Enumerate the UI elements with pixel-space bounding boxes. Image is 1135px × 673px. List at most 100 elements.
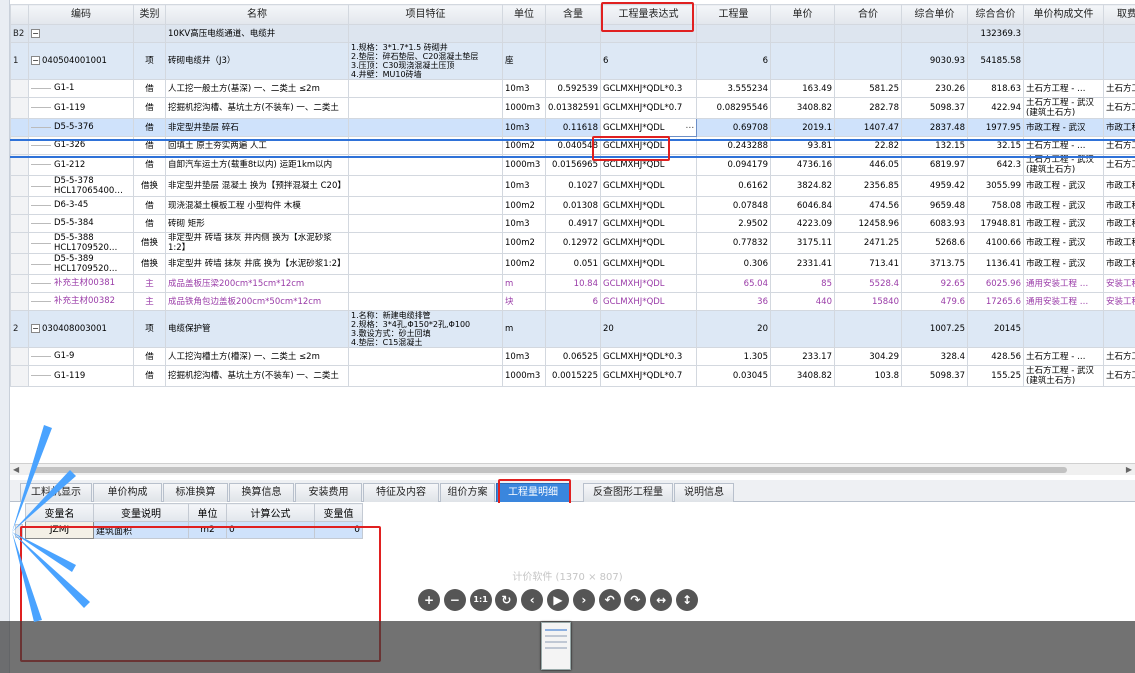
cell-cprice[interactable]: 9659.48: [901, 196, 968, 215]
cell-name[interactable]: 挖掘机挖沟槽、基坑土方(不装车) 一、二类土: [165, 365, 349, 387]
cell-fee[interactable]: 市政工程: [1103, 253, 1135, 275]
row-index[interactable]: [10, 274, 29, 293]
cell-price[interactable]: 2019.1: [770, 118, 835, 137]
cell-price[interactable]: 3824.82: [770, 175, 835, 197]
cell-content[interactable]: 6: [545, 292, 601, 311]
cell-content[interactable]: 0.592539: [545, 79, 601, 98]
zoom-in-icon[interactable]: +: [418, 589, 440, 611]
cell-fee[interactable]: 市政工程: [1103, 196, 1135, 215]
tab-9[interactable]: 说明信息: [674, 483, 734, 502]
cell-price[interactable]: 85: [770, 274, 835, 293]
variable-row[interactable]: JZMJ 建筑面积 m2 0 0: [25, 521, 363, 539]
row-index[interactable]: [10, 196, 29, 215]
row-index[interactable]: [10, 118, 29, 137]
cell-csum[interactable]: 428.56: [967, 347, 1024, 366]
col-header-13[interactable]: 单价构成文件: [1023, 4, 1104, 25]
cell-type[interactable]: 借: [133, 347, 166, 366]
cell-unit[interactable]: 块: [502, 292, 546, 311]
cell-sum[interactable]: [834, 310, 902, 348]
cell-name[interactable]: 人工挖沟槽土方(槽深) 一、二类土 ≤2m: [165, 347, 349, 366]
cell-sum[interactable]: 474.56: [834, 196, 902, 215]
flip-vertical-icon[interactable]: ↕: [676, 589, 698, 611]
scroll-right-icon[interactable]: ▶: [1126, 465, 1132, 474]
tab-2[interactable]: 标准换算: [163, 483, 228, 502]
cell-name[interactable]: 挖掘机挖沟槽、基坑土方(不装车) 一、二类土: [165, 97, 349, 119]
cell-type[interactable]: 借: [133, 79, 166, 98]
cell-unit[interactable]: 100m2: [502, 232, 546, 254]
col-header-14[interactable]: 取费: [1103, 4, 1135, 25]
col-header-5[interactable]: 单位: [502, 4, 546, 25]
cell-price[interactable]: [770, 42, 835, 80]
cell-qty[interactable]: 0.69708: [696, 118, 771, 137]
cell-code[interactable]: −040504001001: [28, 42, 134, 80]
cell-qty[interactable]: 36: [696, 292, 771, 311]
cell-cprice[interactable]: 6083.93: [901, 214, 968, 233]
cell-cprice[interactable]: 479.6: [901, 292, 968, 311]
cell-file[interactable]: 市政工程 - 武汉: [1023, 253, 1104, 275]
cell-unit[interactable]: 100m2: [502, 196, 546, 215]
tab-6[interactable]: 组价方案: [440, 483, 495, 502]
cell-csum[interactable]: 422.94: [967, 97, 1024, 119]
cell-cprice[interactable]: 5098.37: [901, 365, 968, 387]
cell-feature[interactable]: [348, 253, 503, 275]
cell-sum[interactable]: 282.78: [834, 97, 902, 119]
cell-csum[interactable]: 758.08: [967, 196, 1024, 215]
cell-feature[interactable]: [348, 292, 503, 311]
cell-code[interactable]: G1-9: [28, 347, 134, 366]
cell-price[interactable]: [770, 310, 835, 348]
cell-unit[interactable]: 10m3: [502, 79, 546, 98]
cell-qty[interactable]: 0.07848: [696, 196, 771, 215]
col-header-3[interactable]: 名称: [165, 4, 349, 25]
col-header-12[interactable]: 综合合价: [967, 4, 1024, 25]
cell-file[interactable]: 市政工程 - 武汉: [1023, 175, 1104, 197]
cell-code[interactable]: D5-5-376: [28, 118, 134, 137]
cell-name[interactable]: 砖砌 矩形: [165, 214, 349, 233]
cell-cprice[interactable]: 3713.75: [901, 253, 968, 275]
quota-row[interactable]: G1-119 借挖掘机挖沟槽、基坑土方(不装车) 一、二类土 1000m3 0.013…: [10, 97, 1135, 119]
col-header-9[interactable]: 单价: [770, 4, 835, 25]
cell-feature[interactable]: [348, 274, 503, 293]
cell-qty[interactable]: 65.04: [696, 274, 771, 293]
cell-sum[interactable]: [834, 42, 902, 80]
cell-fee[interactable]: 土石方工: [1103, 79, 1135, 98]
cell-qty[interactable]: 0.08295546: [696, 97, 771, 119]
quota-row[interactable]: D5-5-378 HCL17065400… 借换 非定型井垫层 混凝土 换为【预拌混…: [10, 175, 1135, 197]
cell-code[interactable]: D6-3-45: [28, 196, 134, 215]
cell-unit[interactable]: 10m3: [502, 175, 546, 197]
cell-content[interactable]: 0.051: [545, 253, 601, 275]
more-icon[interactable]: ⋯: [686, 123, 695, 133]
section-row[interactable]: B2 − 10KV高压电缆通道、电缆井 132369.3: [10, 24, 1135, 43]
cell-unit[interactable]: 1000m3: [502, 97, 546, 119]
cell-type[interactable]: 主: [133, 292, 166, 311]
cell-type[interactable]: 借换: [133, 175, 166, 197]
cell-csum[interactable]: 1977.95: [967, 118, 1024, 137]
cell-name[interactable]: 现浇混凝土模板工程 小型构件 木模: [165, 196, 349, 215]
cell-qty[interactable]: 6: [696, 42, 771, 80]
cell-file[interactable]: 市政工程 - 武汉: [1023, 196, 1104, 215]
col-header-7[interactable]: 工程量表达式: [600, 4, 697, 25]
cell-csum[interactable]: 54185.58: [967, 42, 1024, 80]
cell-unit[interactable]: m: [502, 274, 546, 293]
col-header-4[interactable]: 项目特征: [348, 4, 503, 25]
cell-qty[interactable]: 0.6162: [696, 175, 771, 197]
horizontal-scrollbar[interactable]: ◀ ▶: [10, 463, 1135, 475]
tab-7[interactable]: 工程量明细: [496, 483, 570, 502]
cell-fee[interactable]: [1103, 310, 1135, 348]
row-index[interactable]: [10, 175, 29, 197]
item-row[interactable]: 1−040504001001 项砖砌电缆井（J3） 1.规格：3*1.7*1.5 砖…: [10, 42, 1135, 80]
col-header-8[interactable]: 工程量: [696, 4, 771, 25]
cell-feature[interactable]: [348, 79, 503, 98]
actual-size-icon[interactable]: 1:1: [469, 589, 492, 611]
cell-feature[interactable]: [348, 232, 503, 254]
cell-content[interactable]: 0.06525: [545, 347, 601, 366]
cell-file[interactable]: 土石方工程 - 武汉(建筑土石方): [1023, 97, 1104, 119]
var-value-cell[interactable]: 0: [314, 521, 363, 539]
cell-sum[interactable]: 12458.96: [834, 214, 902, 233]
cell-feature[interactable]: [348, 365, 503, 387]
cell-content[interactable]: 0.11618: [545, 118, 601, 137]
quota-row[interactable]: D6-3-45 借现浇混凝土模板工程 小型构件 木模 100m2 0.01308 GCL…: [10, 196, 1135, 215]
cell-cprice[interactable]: 328.4: [901, 347, 968, 366]
cell-unit[interactable]: 10m3: [502, 118, 546, 137]
rotate-left-icon[interactable]: ↶: [598, 589, 621, 611]
cell-code[interactable]: −030408003001: [28, 310, 134, 348]
